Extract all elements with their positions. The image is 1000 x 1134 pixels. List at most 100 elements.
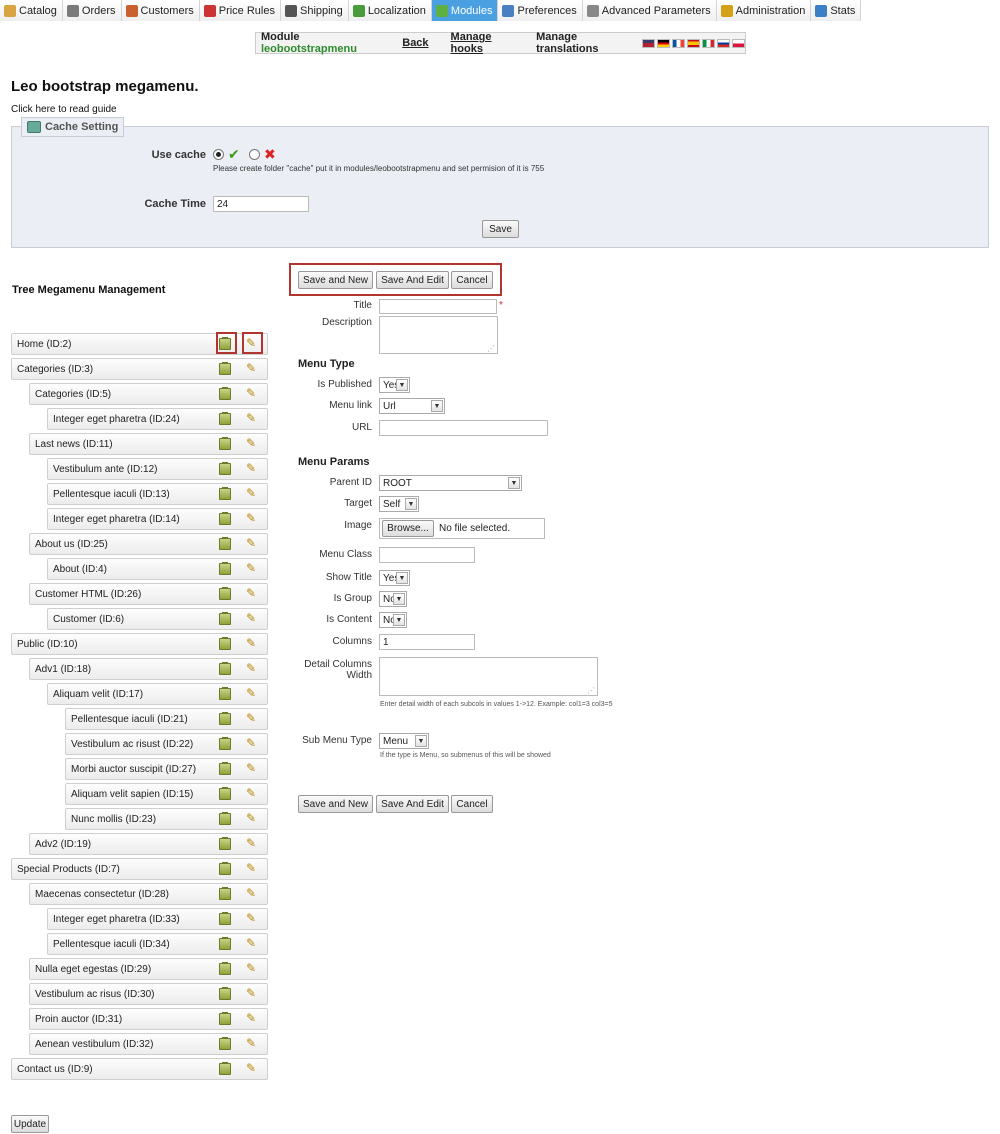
edit-pencil-icon[interactable]: ✎ bbox=[245, 412, 257, 425]
delete-icon[interactable] bbox=[219, 862, 231, 875]
flag-pl-icon[interactable] bbox=[732, 38, 746, 48]
tree-node[interactable]: About (ID:4) bbox=[47, 558, 268, 580]
delete-icon[interactable] bbox=[219, 687, 231, 700]
edit-pencil-icon[interactable]: ✎ bbox=[245, 987, 257, 1000]
tree-node[interactable]: Customer (ID:6) bbox=[47, 608, 268, 630]
delete-icon[interactable] bbox=[219, 412, 231, 425]
delete-icon[interactable] bbox=[219, 587, 231, 600]
edit-pencil-icon[interactable]: ✎ bbox=[245, 887, 257, 900]
edit-pencil-icon[interactable]: ✎ bbox=[245, 387, 257, 400]
delete-icon[interactable] bbox=[219, 362, 231, 375]
delete-icon[interactable] bbox=[219, 1012, 231, 1025]
flag-de-icon[interactable] bbox=[657, 38, 671, 48]
columns-input[interactable] bbox=[379, 634, 475, 650]
edit-pencil-icon[interactable]: ✎ bbox=[245, 812, 257, 825]
target-select[interactable]: Self ▼ bbox=[379, 496, 419, 512]
tab-localization[interactable]: Localization bbox=[348, 0, 432, 21]
delete-icon[interactable] bbox=[219, 787, 231, 800]
edit-pencil-icon[interactable]: ✎ bbox=[245, 1062, 257, 1075]
delete-icon[interactable] bbox=[219, 1037, 231, 1050]
tree-node[interactable]: Aliquam velit (ID:17) bbox=[47, 683, 268, 705]
delete-icon[interactable] bbox=[219, 987, 231, 1000]
flag-it-icon[interactable] bbox=[702, 38, 716, 48]
is-content-select[interactable]: No ▼ bbox=[379, 612, 407, 628]
tree-node[interactable]: Aenean vestibulum (ID:32) bbox=[29, 1033, 268, 1055]
tab-advanced-parameters[interactable]: Advanced Parameters bbox=[582, 0, 717, 21]
edit-pencil-icon[interactable]: ✎ bbox=[245, 462, 257, 475]
cache-time-input[interactable] bbox=[213, 196, 309, 212]
tree-node[interactable]: Pellentesque iaculi (ID:34) bbox=[47, 933, 268, 955]
delete-icon[interactable] bbox=[219, 612, 231, 625]
edit-pencil-icon[interactable]: ✎ bbox=[245, 1012, 257, 1025]
detail-columns-textarea[interactable] bbox=[379, 657, 598, 696]
edit-pencil-icon[interactable]: ✎ bbox=[245, 787, 257, 800]
tree-node[interactable]: Aliquam velit sapien (ID:15) bbox=[65, 783, 268, 805]
browse-button[interactable]: Browse... bbox=[382, 520, 434, 537]
tab-stats[interactable]: Stats bbox=[811, 0, 862, 21]
save-and-new-button[interactable]: Save and New bbox=[298, 271, 373, 289]
delete-icon[interactable] bbox=[219, 662, 231, 675]
tree-node[interactable]: Vestibulum ac risus (ID:30) bbox=[29, 983, 268, 1005]
is-group-select[interactable]: No ▼ bbox=[379, 591, 407, 607]
delete-icon[interactable] bbox=[219, 637, 231, 650]
url-input[interactable] bbox=[379, 420, 548, 436]
delete-icon[interactable] bbox=[219, 712, 231, 725]
tree-node[interactable]: Pellentesque iaculi (ID:13) bbox=[47, 483, 268, 505]
delete-icon[interactable] bbox=[219, 537, 231, 550]
delete-icon[interactable] bbox=[219, 887, 231, 900]
update-button[interactable]: Update bbox=[11, 1115, 49, 1133]
edit-pencil-icon[interactable]: ✎ bbox=[245, 612, 257, 625]
edit-pencil-icon[interactable]: ✎ bbox=[245, 662, 257, 675]
delete-icon[interactable] bbox=[219, 487, 231, 500]
tab-modules[interactable]: Modules bbox=[431, 0, 499, 21]
is-published-select[interactable]: Yes ▼ bbox=[379, 377, 410, 393]
tree-node[interactable]: Proin auctor (ID:31) bbox=[29, 1008, 268, 1030]
delete-icon[interactable] bbox=[219, 812, 231, 825]
delete-icon[interactable] bbox=[219, 1062, 231, 1075]
use-cache-no-radio[interactable] bbox=[249, 149, 260, 160]
edit-pencil-icon[interactable]: ✎ bbox=[245, 862, 257, 875]
tab-orders[interactable]: Orders bbox=[62, 0, 122, 21]
edit-pencil-icon[interactable]: ✎ bbox=[245, 937, 257, 950]
delete-icon[interactable] bbox=[219, 737, 231, 750]
flag-es-icon[interactable] bbox=[687, 38, 701, 48]
edit-pencil-icon[interactable]: ✎ bbox=[245, 637, 257, 650]
tree-node[interactable]: Integer eget pharetra (ID:14) bbox=[47, 508, 268, 530]
tree-node[interactable]: About us (ID:25) bbox=[29, 533, 268, 555]
tree-node[interactable]: Integer eget pharetra (ID:33) bbox=[47, 908, 268, 930]
edit-pencil-icon[interactable]: ✎ bbox=[245, 562, 257, 575]
edit-pencil-icon[interactable]: ✎ bbox=[245, 837, 257, 850]
edit-pencil-icon[interactable]: ✎ bbox=[245, 762, 257, 775]
delete-icon[interactable] bbox=[219, 762, 231, 775]
delete-icon[interactable] bbox=[219, 512, 231, 525]
tree-node[interactable]: Integer eget pharetra (ID:24) bbox=[47, 408, 268, 430]
delete-icon[interactable] bbox=[219, 962, 231, 975]
tree-node[interactable]: Maecenas consectetur (ID:28) bbox=[29, 883, 268, 905]
edit-pencil-icon[interactable]: ✎ bbox=[245, 912, 257, 925]
edit-pencil-icon[interactable]: ✎ bbox=[245, 512, 257, 525]
tree-node[interactable]: Morbi auctor suscipit (ID:27) bbox=[65, 758, 268, 780]
tab-price-rules[interactable]: Price Rules bbox=[199, 0, 281, 21]
tab-preferences[interactable]: Preferences bbox=[498, 0, 583, 21]
image-file-input[interactable]: Browse... No file selected. bbox=[379, 518, 545, 539]
edit-pencil-icon[interactable]: ✎ bbox=[245, 737, 257, 750]
description-textarea[interactable] bbox=[379, 316, 498, 354]
tab-catalog[interactable]: Catalog bbox=[0, 0, 63, 21]
menu-link-select[interactable]: Url ▼ bbox=[379, 398, 445, 414]
save-and-edit-button[interactable]: Save And Edit bbox=[376, 271, 449, 289]
edit-pencil-icon[interactable]: ✎ bbox=[245, 587, 257, 600]
cache-save-button[interactable]: Save bbox=[482, 220, 519, 238]
edit-pencil-icon[interactable]: ✎ bbox=[245, 962, 257, 975]
tab-administration[interactable]: Administration bbox=[716, 0, 812, 21]
guide-link[interactable]: Click here to read guide bbox=[11, 104, 117, 115]
tab-customers[interactable]: Customers bbox=[121, 0, 200, 21]
flag-en-icon[interactable] bbox=[642, 38, 656, 48]
save-and-edit-button-bottom[interactable]: Save And Edit bbox=[376, 795, 449, 813]
delete-icon[interactable] bbox=[219, 462, 231, 475]
use-cache-yes-radio[interactable] bbox=[213, 149, 224, 160]
tree-node[interactable]: Pellentesque iaculi (ID:21) bbox=[65, 708, 268, 730]
delete-icon[interactable] bbox=[219, 937, 231, 950]
title-input[interactable] bbox=[379, 299, 497, 314]
tree-node[interactable]: Vestibulum ac risust (ID:22) bbox=[65, 733, 268, 755]
delete-icon[interactable] bbox=[219, 837, 231, 850]
